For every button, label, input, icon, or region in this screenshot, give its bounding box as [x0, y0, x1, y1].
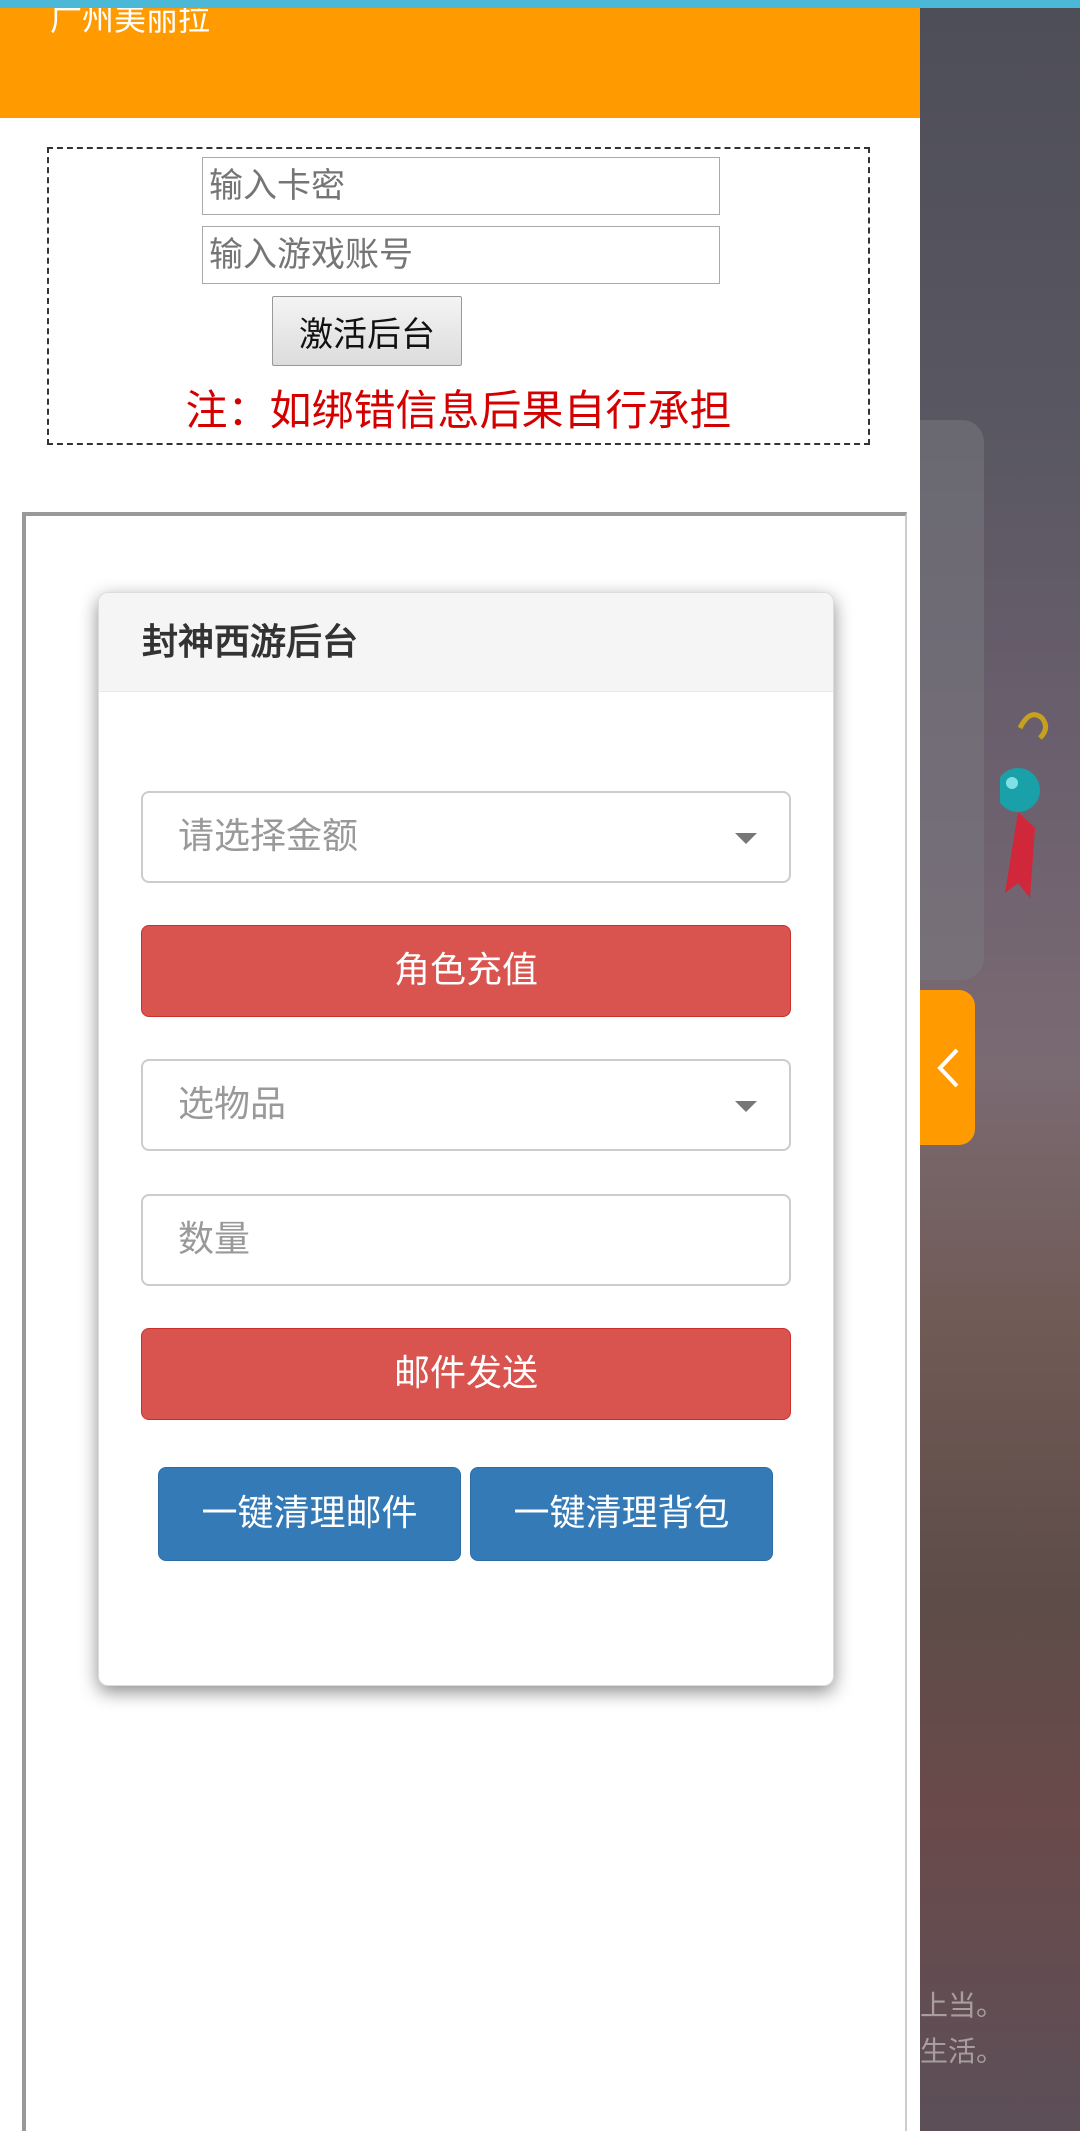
header-partial-text: 广州美丽拉 [50, 8, 211, 38]
send-mail-button[interactable]: 邮件发送 [141, 1328, 791, 1420]
chevron-left-icon [936, 1048, 958, 1087]
amount-select-placeholder: 请选择金额 [178, 816, 359, 857]
admin-panel-card: 封神西游后台 请选择金额 角色充值 选物品 数量 邮件发送 一键清理邮件 一键清… [98, 592, 834, 1686]
amount-select[interactable]: 请选择金额 [141, 791, 791, 883]
game-account-input[interactable] [202, 226, 720, 284]
background-ghost-panel [920, 420, 984, 980]
caret-down-icon [735, 1101, 757, 1112]
quantity-placeholder: 数量 [178, 1219, 251, 1260]
recharge-button[interactable]: 角色充值 [141, 925, 791, 1017]
activation-box: 激活后台 注：如绑错信息后果自行承担 [47, 147, 870, 445]
background-footer-text: 上当。 生活。 [920, 1989, 1005, 2068]
side-collapse-tab[interactable] [920, 990, 975, 1145]
caret-down-icon [735, 833, 757, 844]
quantity-input[interactable]: 数量 [141, 1194, 791, 1286]
tassel-ornament-icon [1000, 712, 1048, 898]
clear-bag-button[interactable]: 一键清理背包 [470, 1467, 773, 1561]
card-key-input[interactable] [202, 157, 720, 215]
warning-note: 注：如绑错信息后果自行承担 [185, 386, 732, 435]
clear-mail-button[interactable]: 一键清理邮件 [158, 1467, 461, 1561]
top-accent-line [0, 0, 1080, 8]
panel-title: 封神西游后台 [99, 593, 833, 692]
item-select-placeholder: 选物品 [178, 1084, 287, 1125]
item-select[interactable]: 选物品 [141, 1059, 791, 1151]
header-banner: 广州美丽拉 [0, 8, 920, 118]
activate-button[interactable]: 激活后台 [272, 296, 462, 366]
